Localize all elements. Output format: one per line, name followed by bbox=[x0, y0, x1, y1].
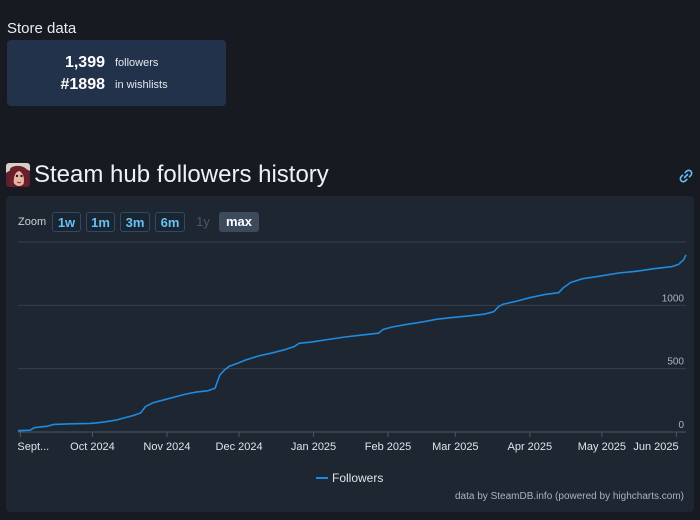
x-tick-label: May 2025 bbox=[578, 441, 626, 453]
x-tick-label: Nov 2024 bbox=[143, 441, 190, 453]
zoom-1m-button[interactable]: 1m bbox=[86, 212, 115, 232]
zoom-1w-button[interactable]: 1w bbox=[52, 212, 81, 232]
x-tick-label: Dec 2024 bbox=[216, 441, 263, 453]
zoom-max-button[interactable]: max bbox=[219, 212, 259, 232]
y-tick-label: 500 bbox=[667, 357, 684, 368]
followers-chart: 0 500 1000 Sept... Oct 2024 Nov 2024 Dec 2024 J… bbox=[17, 241, 687, 485]
wishlist-rank: #1898 bbox=[60, 76, 106, 93]
followers-chart-panel: 0 500 1000 Sept... Oct 2024 Nov 2024 Dec 2024 J… bbox=[6, 196, 694, 512]
game-avatar-icon bbox=[6, 163, 30, 187]
followers-label: followers bbox=[115, 57, 159, 69]
followers-stat: 1,399 followers bbox=[7, 52, 226, 74]
x-tick-label: Sept... bbox=[17, 441, 49, 453]
wishlist-rank-stat: #1898 in wishlists bbox=[7, 74, 226, 96]
zoom-label: Zoom bbox=[18, 216, 47, 228]
x-tick-label: Oct 2024 bbox=[70, 441, 115, 453]
chart-credit[interactable]: data by SteamDB.info (powered by highcha… bbox=[455, 491, 684, 502]
zoom-3m-button[interactable]: 3m bbox=[120, 212, 150, 232]
zoom-6m-button[interactable]: 6m bbox=[155, 212, 185, 232]
x-tick-label: Jun 2025 bbox=[633, 441, 678, 453]
wishlist-label: in wishlists bbox=[115, 79, 168, 91]
legend-label-followers[interactable]: Followers bbox=[332, 471, 383, 485]
store-stats-card: 1,399 followers #1898 in wishlists bbox=[7, 40, 226, 106]
x-tick-label: Jan 2025 bbox=[291, 441, 336, 453]
x-tick-label: Mar 2025 bbox=[432, 441, 478, 453]
y-tick-label: 0 bbox=[678, 420, 684, 431]
followers-line bbox=[17, 254, 687, 432]
hub-followers-header: Steam hub followers history bbox=[6, 160, 696, 190]
zoom-1y-button[interactable]: 1y bbox=[189, 212, 217, 232]
x-tick-label: Apr 2025 bbox=[507, 441, 552, 453]
store-data-title: Store data bbox=[7, 20, 77, 37]
link-icon[interactable] bbox=[678, 168, 694, 184]
x-tick-label: Feb 2025 bbox=[365, 441, 411, 453]
hub-followers-title: Steam hub followers history bbox=[34, 161, 329, 188]
followers-count: 1,399 bbox=[64, 54, 105, 71]
y-tick-label: 1000 bbox=[662, 293, 685, 304]
